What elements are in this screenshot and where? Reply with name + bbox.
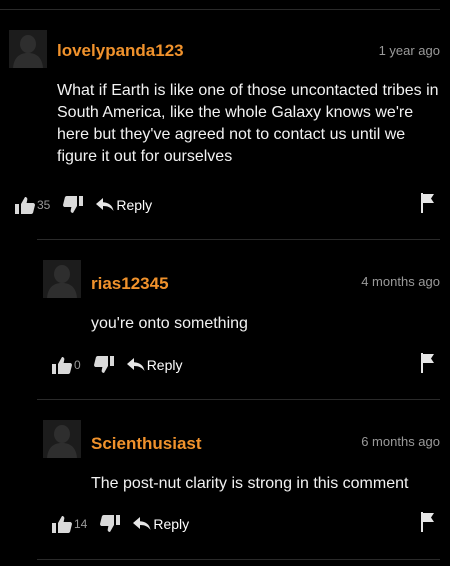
comment-timestamp: 6 months ago	[361, 434, 440, 449]
reply-button[interactable]: Reply	[96, 197, 152, 213]
thumbs-up-icon[interactable]	[14, 195, 36, 215]
user-silhouette-icon	[9, 30, 47, 68]
like-count: 0	[74, 358, 81, 372]
comment-actions: 35 Reply	[14, 193, 152, 217]
reply-label: Reply	[116, 197, 153, 213]
like-count: 35	[37, 198, 51, 212]
reply-label: Reply	[153, 516, 190, 532]
comment: rias12345 4 months ago you're onto somet…	[0, 240, 450, 400]
thumbs-down-icon[interactable]	[62, 195, 84, 215]
comment-timestamp: 4 months ago	[361, 274, 440, 289]
thumbs-down-icon[interactable]	[93, 355, 115, 375]
comment-actions: 0 Reply	[51, 353, 182, 377]
comment: Scienthusiast 6 months ago The post-nut …	[0, 400, 450, 560]
comment-body: you're onto something	[91, 315, 248, 332]
avatar[interactable]	[43, 260, 81, 298]
divider	[37, 559, 440, 560]
reply-arrow-icon	[126, 358, 145, 371]
comment-actions: 14 Reply	[51, 512, 189, 536]
comment-body: What if Earth is like one of those uncon…	[57, 82, 439, 165]
flag-icon[interactable]	[420, 512, 436, 532]
thumbs-down-icon[interactable]	[99, 514, 121, 534]
reply-arrow-icon	[133, 517, 151, 530]
comment-username[interactable]: lovelypanda123	[57, 41, 184, 61]
flag-icon[interactable]	[420, 193, 436, 213]
reply-arrow-icon	[96, 198, 114, 211]
avatar[interactable]	[43, 420, 81, 458]
flag-icon[interactable]	[420, 353, 436, 373]
comment: lovelypanda123 1 year ago What if Earth …	[0, 0, 450, 240]
reply-button[interactable]: Reply	[126, 357, 183, 373]
avatar[interactable]	[9, 30, 47, 68]
thumbs-up-icon[interactable]	[51, 514, 73, 534]
reply-button[interactable]: Reply	[133, 516, 189, 532]
reply-label: Reply	[146, 357, 183, 373]
user-silhouette-icon	[43, 420, 81, 458]
like-count: 14	[74, 517, 88, 531]
comment-timestamp: 1 year ago	[378, 43, 440, 58]
comment-username[interactable]: Scienthusiast	[91, 434, 202, 454]
user-silhouette-icon	[43, 260, 81, 298]
comment-body: The post-nut clarity is strong in this c…	[91, 475, 409, 492]
thumbs-up-icon[interactable]	[51, 355, 73, 375]
comment-username[interactable]: rias12345	[91, 274, 169, 294]
